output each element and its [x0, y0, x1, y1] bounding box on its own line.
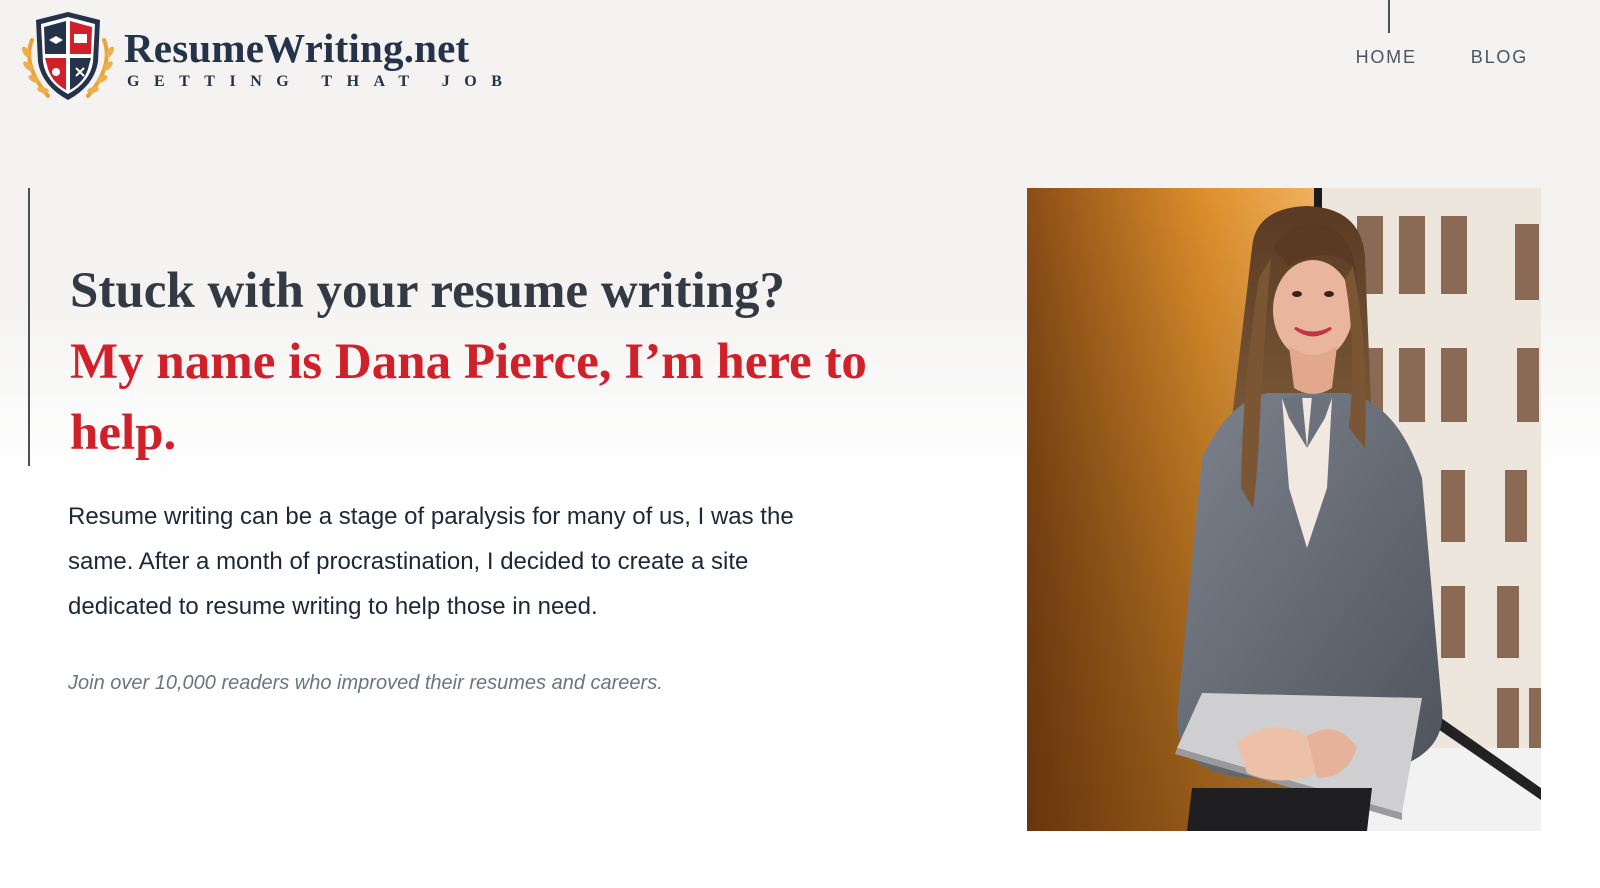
site-tagline: Getting that job [127, 73, 517, 90]
nav-divider [1388, 0, 1390, 33]
hero-intro-paragraph: Resume writing can be a stage of paralys… [68, 503, 794, 620]
hero-headline-question: Stuck with your resume writing? [70, 263, 785, 319]
shield-crest-icon [22, 12, 114, 100]
site-name: ResumeWriting.net [124, 25, 470, 71]
site-header: ResumeWriting.net Getting that job HOME … [0, 0, 1600, 120]
site-logo[interactable]: ResumeWriting.net Getting that job [18, 10, 516, 106]
main-nav: HOME BLOG [1356, 47, 1528, 68]
hero-accent-bar [28, 188, 30, 466]
hero-headline-intro: My name is Dana Pierce, I’m here to help… [70, 334, 867, 461]
nav-blog-link[interactable]: BLOG [1471, 47, 1528, 68]
hero-headline: Stuck with your resume writing? My name … [70, 256, 890, 469]
portrait-photo [1027, 188, 1541, 831]
reader-count-note: Join over 10,000 readers who improved th… [68, 672, 663, 694]
nav-home-link[interactable]: HOME [1356, 47, 1417, 68]
